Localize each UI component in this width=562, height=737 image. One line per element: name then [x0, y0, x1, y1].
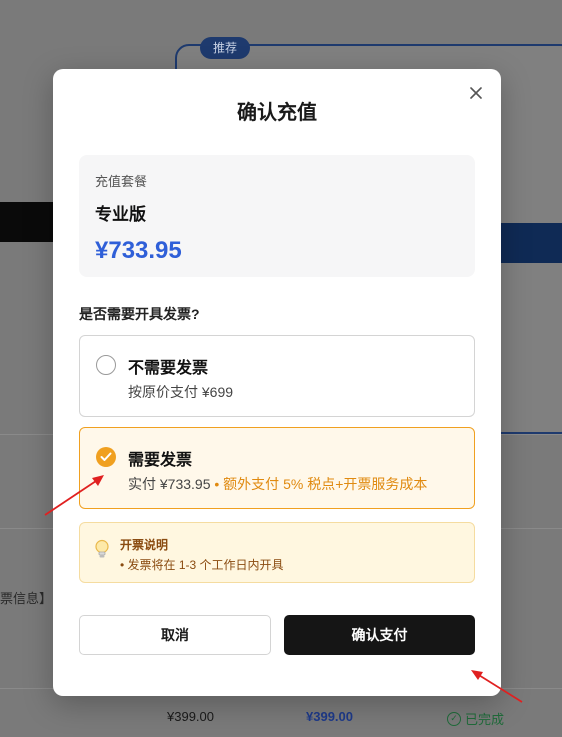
- bg-order-status-label: 已完成: [465, 712, 505, 727]
- note-item: • 发票将在 1-3 个工作日内开具: [120, 558, 284, 572]
- bg-order-price: ¥399.00: [167, 709, 214, 724]
- cancel-button[interactable]: 取消: [79, 615, 271, 655]
- bg-dark-button: [0, 202, 56, 242]
- checkmark-icon: [100, 452, 112, 461]
- plan-label: 充值套餐: [95, 174, 148, 189]
- radio-checked-icon: [96, 447, 116, 467]
- plan-name: 专业版: [95, 205, 146, 224]
- plan-price: ¥733.95: [95, 237, 182, 264]
- close-button[interactable]: [467, 84, 485, 102]
- option-subtitle: 实付 ¥733.95: [128, 476, 211, 492]
- annotation-arrow-icon: [44, 475, 104, 516]
- option-extra-fee: • 额外支付 5% 税点+开票服务成本: [214, 476, 428, 492]
- bg-invoice-info-fragment: 票信息】:: [0, 591, 56, 606]
- bg-recommend-badge: 推荐: [200, 37, 250, 59]
- check-circle-icon: ✓: [447, 711, 461, 726]
- confirm-recharge-dialog: 确认充值 充值套餐 专业版 ¥733.95 是否需要开具发票? 不需要发票 按原…: [53, 69, 501, 696]
- option-title: 不需要发票: [128, 360, 209, 377]
- annotation-arrow-icon: [471, 670, 523, 703]
- plan-summary: 充值套餐 专业版 ¥733.95: [79, 155, 475, 277]
- close-icon: [470, 87, 482, 99]
- bg-order-paid: ¥399.00: [306, 709, 353, 724]
- note-title: 开票说明: [120, 538, 169, 552]
- invoice-question: 是否需要开具发票?: [79, 306, 200, 322]
- option-subtitle-row: 实付 ¥733.95 • 额外支付 5% 税点+开票服务成本: [128, 474, 427, 494]
- confirm-pay-button[interactable]: 确认支付: [284, 615, 475, 655]
- bg-order-status: ✓ 已完成: [447, 709, 504, 728]
- radio-unchecked-icon: [96, 355, 116, 375]
- option-subtitle: 按原价支付 ¥699: [128, 384, 234, 400]
- bg-blue-button: [500, 223, 562, 263]
- option-no-invoice[interactable]: 不需要发票 按原价支付 ¥699: [79, 335, 475, 417]
- lightbulb-icon: [95, 539, 109, 558]
- dialog-title: 确认充值: [237, 102, 317, 124]
- invoice-note: 开票说明 • 发票将在 1-3 个工作日内开具: [79, 522, 475, 583]
- option-need-invoice[interactable]: 需要发票 实付 ¥733.95 • 额外支付 5% 税点+开票服务成本: [79, 427, 475, 509]
- option-title: 需要发票: [128, 452, 193, 469]
